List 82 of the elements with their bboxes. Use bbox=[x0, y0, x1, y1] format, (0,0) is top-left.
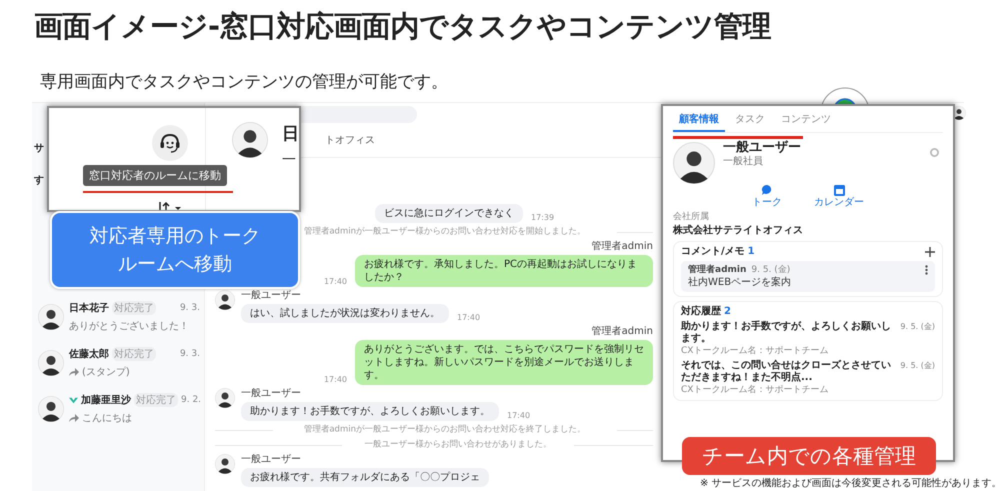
status-badge: 対応完了 bbox=[134, 393, 178, 407]
message-time: 17:40 bbox=[457, 313, 480, 323]
history-text: 助かります！お手数ですが、よろしくお願いします。 bbox=[681, 321, 892, 345]
panel-tab[interactable]: 顧客情報 bbox=[673, 111, 725, 132]
message-time: 17:40 bbox=[324, 277, 347, 287]
action-button[interactable]: カレンダー bbox=[810, 184, 868, 209]
panel-tab[interactable]: コンテンツ bbox=[775, 111, 837, 132]
conversation-item[interactable]: 佐藤太郎 対応完了 9. 3. (スタンプ) bbox=[38, 347, 200, 379]
chat-bubble-icon bbox=[761, 184, 773, 196]
avatar bbox=[38, 304, 64, 330]
calendar-icon bbox=[834, 184, 844, 196]
conversation-item[interactable]: 日本花子 対応完了 9. 3. ありがとうございました！ bbox=[38, 301, 200, 333]
message-time: 17:40 bbox=[507, 411, 530, 421]
system-message: 管理者adminが一般ユーザー様からのお問い合わせ対応を開始しました。 bbox=[304, 226, 586, 238]
room-name: CXトークルーム名：サポートチーム bbox=[681, 345, 830, 357]
contact-name: 日本花子 bbox=[69, 302, 109, 315]
message-time: 17:40 bbox=[324, 375, 347, 385]
avatar bbox=[38, 396, 64, 422]
footnote: ※ サービスの機能および画面は今後変更される可能性があります。 bbox=[700, 476, 1000, 490]
sidebar-label: サ bbox=[34, 142, 44, 155]
sender-name: 一般ユーザー bbox=[241, 290, 302, 302]
callout-label: 対応者専用のトーク ルームへ移動 bbox=[50, 211, 300, 289]
page-title: 画面イメージ-窓口対応画面内でタスクやコンテンツ管理 bbox=[33, 8, 772, 45]
system-message: 管理者adminが一般ユーザー様からのお問い合わせ対応を終了しました。 bbox=[304, 424, 586, 436]
count-label: 2 bbox=[724, 306, 731, 318]
add-icon[interactable] bbox=[925, 247, 935, 257]
count-label: 1 bbox=[748, 246, 755, 258]
status-badge: 対応完了 bbox=[112, 347, 156, 361]
system-message: 一般ユーザー様からお問い合わせがありました。 bbox=[364, 440, 552, 450]
action-button[interactable]: トーク bbox=[748, 184, 786, 209]
page-subtitle: 専用画面内でタスクやコンテンツの管理が可能です。 bbox=[39, 71, 448, 94]
contact-name: 加藤亜里沙 bbox=[81, 394, 131, 407]
customer-role: 一般社員 bbox=[723, 156, 764, 168]
contact-name: 日 bbox=[282, 123, 299, 145]
card-title: 対応履歴 bbox=[681, 306, 721, 318]
sender-name: 一般ユーザー bbox=[241, 388, 302, 400]
contact-subtitle: 一 bbox=[282, 151, 297, 169]
sender-name: 一般ユーザー bbox=[241, 454, 302, 466]
chat-header-subtitle: トオフィス bbox=[325, 134, 375, 147]
sidebar-label: す bbox=[34, 174, 44, 187]
sender-name: 管理者admin bbox=[592, 241, 653, 253]
message-preview: こんにちは bbox=[82, 412, 132, 425]
history-date: 9. 5. (金) bbox=[900, 321, 935, 333]
message-bubble: 助かります！お手数ですが、よろしくお願いします。 bbox=[241, 402, 499, 421]
message-bubble: はい、試しましたが状況は変わりません。 bbox=[241, 304, 449, 323]
conversation-item[interactable]: 加藤亜里沙 対応完了 9. 2. こんにちは bbox=[38, 393, 200, 425]
more-icon[interactable] bbox=[925, 265, 928, 275]
message-time: 17:39 bbox=[531, 213, 554, 223]
company-name: 株式会社サテライトオフィス bbox=[673, 225, 804, 237]
avatar bbox=[673, 142, 715, 184]
memo-author: 管理者admin bbox=[688, 264, 746, 276]
contact-name: 佐藤太郎 bbox=[69, 347, 109, 361]
card-title: コメント/メモ bbox=[681, 246, 745, 258]
history-text: それでは、この問い合せはクローズとさせていただきますね！また不明点... bbox=[681, 360, 892, 384]
room-name: CXトークルーム名：サポートチーム bbox=[681, 384, 830, 396]
conversation-date: 9. 2. bbox=[181, 395, 202, 405]
tooltip: 窓口対応者のルームに移動 bbox=[83, 165, 227, 186]
avatar bbox=[232, 122, 268, 158]
sort-icon[interactable] bbox=[159, 202, 181, 210]
conversation-date: 9. 3. bbox=[180, 349, 200, 359]
memo-date: 9. 5. (金) bbox=[751, 264, 790, 276]
message-bubble: お疲れ様です。承知しました。PCの再起動はお試しになりましたか？ bbox=[355, 255, 653, 287]
conversation-date: 9. 3. bbox=[180, 303, 200, 313]
history-date: 9. 5. (金) bbox=[900, 360, 935, 372]
headset-icon[interactable] bbox=[152, 125, 188, 161]
avatar bbox=[215, 454, 235, 474]
message-preview: (スタンプ) bbox=[82, 366, 130, 379]
sender-name: 管理者admin bbox=[592, 326, 653, 338]
message-preview: ありがとうございました！ bbox=[69, 320, 189, 333]
customer-name: 一般ユーザー bbox=[723, 142, 801, 154]
panel-tab[interactable]: タスク bbox=[729, 111, 771, 132]
message-bubble: ビスに急にログインできなく bbox=[375, 204, 523, 223]
callout-label: チーム内での各種管理 bbox=[682, 437, 936, 475]
avatar bbox=[38, 350, 64, 376]
avatar bbox=[215, 290, 235, 310]
status-badge: 対応完了 bbox=[112, 301, 156, 315]
status-icon bbox=[930, 148, 939, 157]
field-label: 会社所属 bbox=[673, 211, 710, 223]
avatar bbox=[215, 388, 235, 408]
message-bubble: ありがとうございます。では、こちらでパスワードを強制リセットしますね。新しいパスワードを別途メールでお送りします。 bbox=[355, 340, 653, 385]
memo-text: 社内WEBページを案内 bbox=[688, 277, 792, 289]
message-bubble: お疲れ様です。共有フォルダにある「〇〇プロジェ bbox=[241, 468, 489, 487]
